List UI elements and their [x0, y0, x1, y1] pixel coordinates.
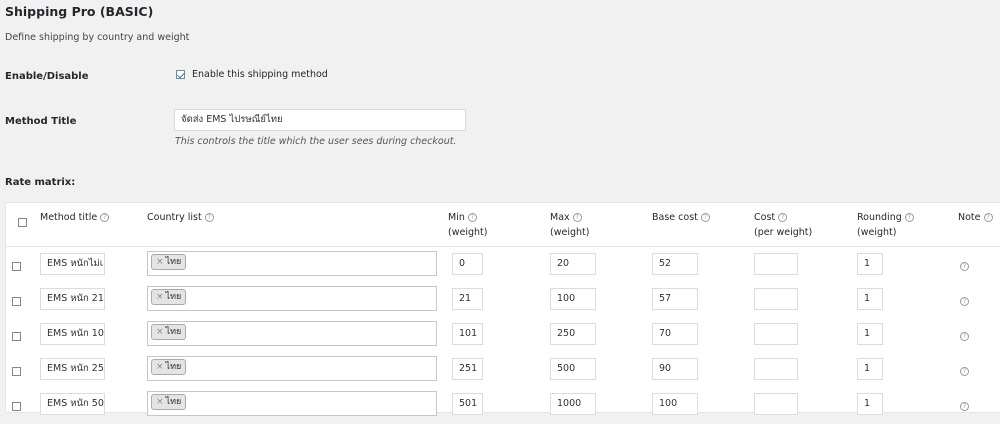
question-circle-icon[interactable]: ?: [960, 402, 969, 411]
col-cost: Cost? (per weight): [754, 212, 813, 238]
row-checkbox[interactable]: [12, 332, 21, 341]
row-min-input[interactable]: 101: [452, 323, 483, 345]
table-row: EMS หนักไม่เ × ไทย 0 20 52 1 ?: [6, 249, 1000, 284]
row-cost-input[interactable]: [754, 393, 798, 415]
row-rounding-input[interactable]: 1: [857, 393, 883, 415]
row-min-input[interactable]: 0: [452, 253, 483, 275]
row-method-title-input[interactable]: EMS หนัก 50: [40, 393, 105, 415]
row-method-title-input[interactable]: EMS หนัก 21: [40, 288, 105, 310]
col-max: Max? (weight): [550, 212, 590, 238]
x-icon[interactable]: ×: [156, 257, 164, 267]
x-icon[interactable]: ×: [156, 292, 164, 302]
row-checkbox[interactable]: [12, 367, 21, 376]
row-max-input[interactable]: 250: [550, 323, 596, 345]
row-base-cost-input[interactable]: 70: [652, 323, 698, 345]
table-header: Method title? Country list? Min? (weight…: [6, 203, 1000, 247]
table-row: EMS หนัก 21 × ไทย 21 100 57 1 ?: [6, 284, 1000, 319]
question-circle-icon[interactable]: ?: [904, 213, 914, 222]
row-cost-input[interactable]: [754, 323, 798, 345]
enable-checkbox-label[interactable]: Enable this shipping method: [192, 69, 328, 80]
row-max-input[interactable]: 20: [550, 253, 596, 275]
question-circle-icon[interactable]: ?: [960, 367, 969, 376]
question-circle-icon[interactable]: ?: [100, 213, 110, 222]
col-min: Min? (weight): [448, 212, 488, 238]
x-icon[interactable]: ×: [156, 397, 164, 407]
row-country-select[interactable]: × ไทย: [147, 286, 437, 311]
row-country-select[interactable]: × ไทย: [147, 251, 437, 276]
page-title: Shipping Pro (BASIC): [5, 4, 154, 19]
country-tag: × ไทย: [151, 254, 187, 270]
country-tag: × ไทย: [151, 289, 187, 305]
row-min-input[interactable]: 501: [452, 393, 483, 415]
row-base-cost-input[interactable]: 100: [652, 393, 698, 415]
row-base-cost-input[interactable]: 90: [652, 358, 698, 380]
table-row: EMS หนัก 10 × ไทย 101 250 70 1 ?: [6, 319, 1000, 354]
row-checkbox[interactable]: [12, 262, 21, 271]
method-title-help: This controls the title which the user s…: [175, 136, 457, 147]
page-description: Define shipping by country and weight: [5, 32, 190, 43]
row-checkbox[interactable]: [12, 402, 21, 411]
question-circle-icon[interactable]: ?: [700, 213, 710, 222]
row-rounding-input[interactable]: 1: [857, 358, 883, 380]
rate-matrix-label: Rate matrix:: [5, 177, 76, 188]
col-country-list: Country list?: [147, 210, 214, 225]
row-cost-input[interactable]: [754, 288, 798, 310]
question-circle-icon[interactable]: ?: [960, 262, 969, 271]
select-all-checkbox[interactable]: [18, 218, 27, 227]
method-title-input[interactable]: จัดส่ง EMS ไปรษณีย์ไทย: [174, 109, 466, 131]
row-base-cost-input[interactable]: 57: [652, 288, 698, 310]
row-cost-input[interactable]: [754, 253, 798, 275]
row-country-select[interactable]: × ไทย: [147, 321, 437, 346]
table-row: EMS หนัก 50 × ไทย 501 1000 100 1 ?: [6, 389, 1000, 424]
enable-label: Enable/Disable: [5, 71, 89, 82]
row-method-title-input[interactable]: EMS หนัก 25: [40, 358, 105, 380]
row-min-input[interactable]: 251: [452, 358, 483, 380]
row-country-select[interactable]: × ไทย: [147, 391, 437, 416]
x-icon[interactable]: ×: [156, 327, 164, 337]
table-row: EMS หนัก 25 × ไทย 251 500 90 1 ?: [6, 354, 1000, 389]
col-rounding: Rounding? (weight): [857, 210, 914, 240]
question-circle-icon[interactable]: ?: [983, 213, 993, 222]
question-circle-icon[interactable]: ?: [467, 213, 477, 222]
row-min-input[interactable]: 21: [452, 288, 483, 310]
row-cost-input[interactable]: [754, 358, 798, 380]
row-base-cost-input[interactable]: 52: [652, 253, 698, 275]
row-max-input[interactable]: 1000: [550, 393, 596, 415]
enable-checkbox[interactable]: [176, 70, 185, 79]
row-rounding-input[interactable]: 1: [857, 253, 883, 275]
row-max-input[interactable]: 100: [550, 288, 596, 310]
country-tag: × ไทย: [151, 324, 187, 340]
country-tag: × ไทย: [151, 359, 187, 375]
row-checkbox[interactable]: [12, 297, 21, 306]
row-method-title-input[interactable]: EMS หนัก 10: [40, 323, 105, 345]
question-circle-icon[interactable]: ?: [960, 332, 969, 341]
rate-matrix-table: Method title? Country list? Min? (weight…: [5, 202, 1000, 416]
row-rounding-input[interactable]: 1: [857, 288, 883, 310]
question-circle-icon[interactable]: ?: [572, 213, 582, 222]
method-title-label: Method Title: [5, 116, 77, 127]
row-method-title-input[interactable]: EMS หนักไม่เ: [40, 253, 105, 275]
row-rounding-input[interactable]: 1: [857, 323, 883, 345]
question-circle-icon[interactable]: ?: [204, 213, 214, 222]
col-base-cost: Base cost?: [652, 210, 710, 225]
col-method-title: Method title?: [40, 210, 110, 225]
x-icon[interactable]: ×: [156, 362, 164, 372]
row-country-select[interactable]: × ไทย: [147, 356, 437, 381]
col-note: Note?: [958, 210, 993, 225]
question-circle-icon[interactable]: ?: [778, 213, 788, 222]
country-tag: × ไทย: [151, 394, 187, 410]
question-circle-icon[interactable]: ?: [960, 297, 969, 306]
row-max-input[interactable]: 500: [550, 358, 596, 380]
